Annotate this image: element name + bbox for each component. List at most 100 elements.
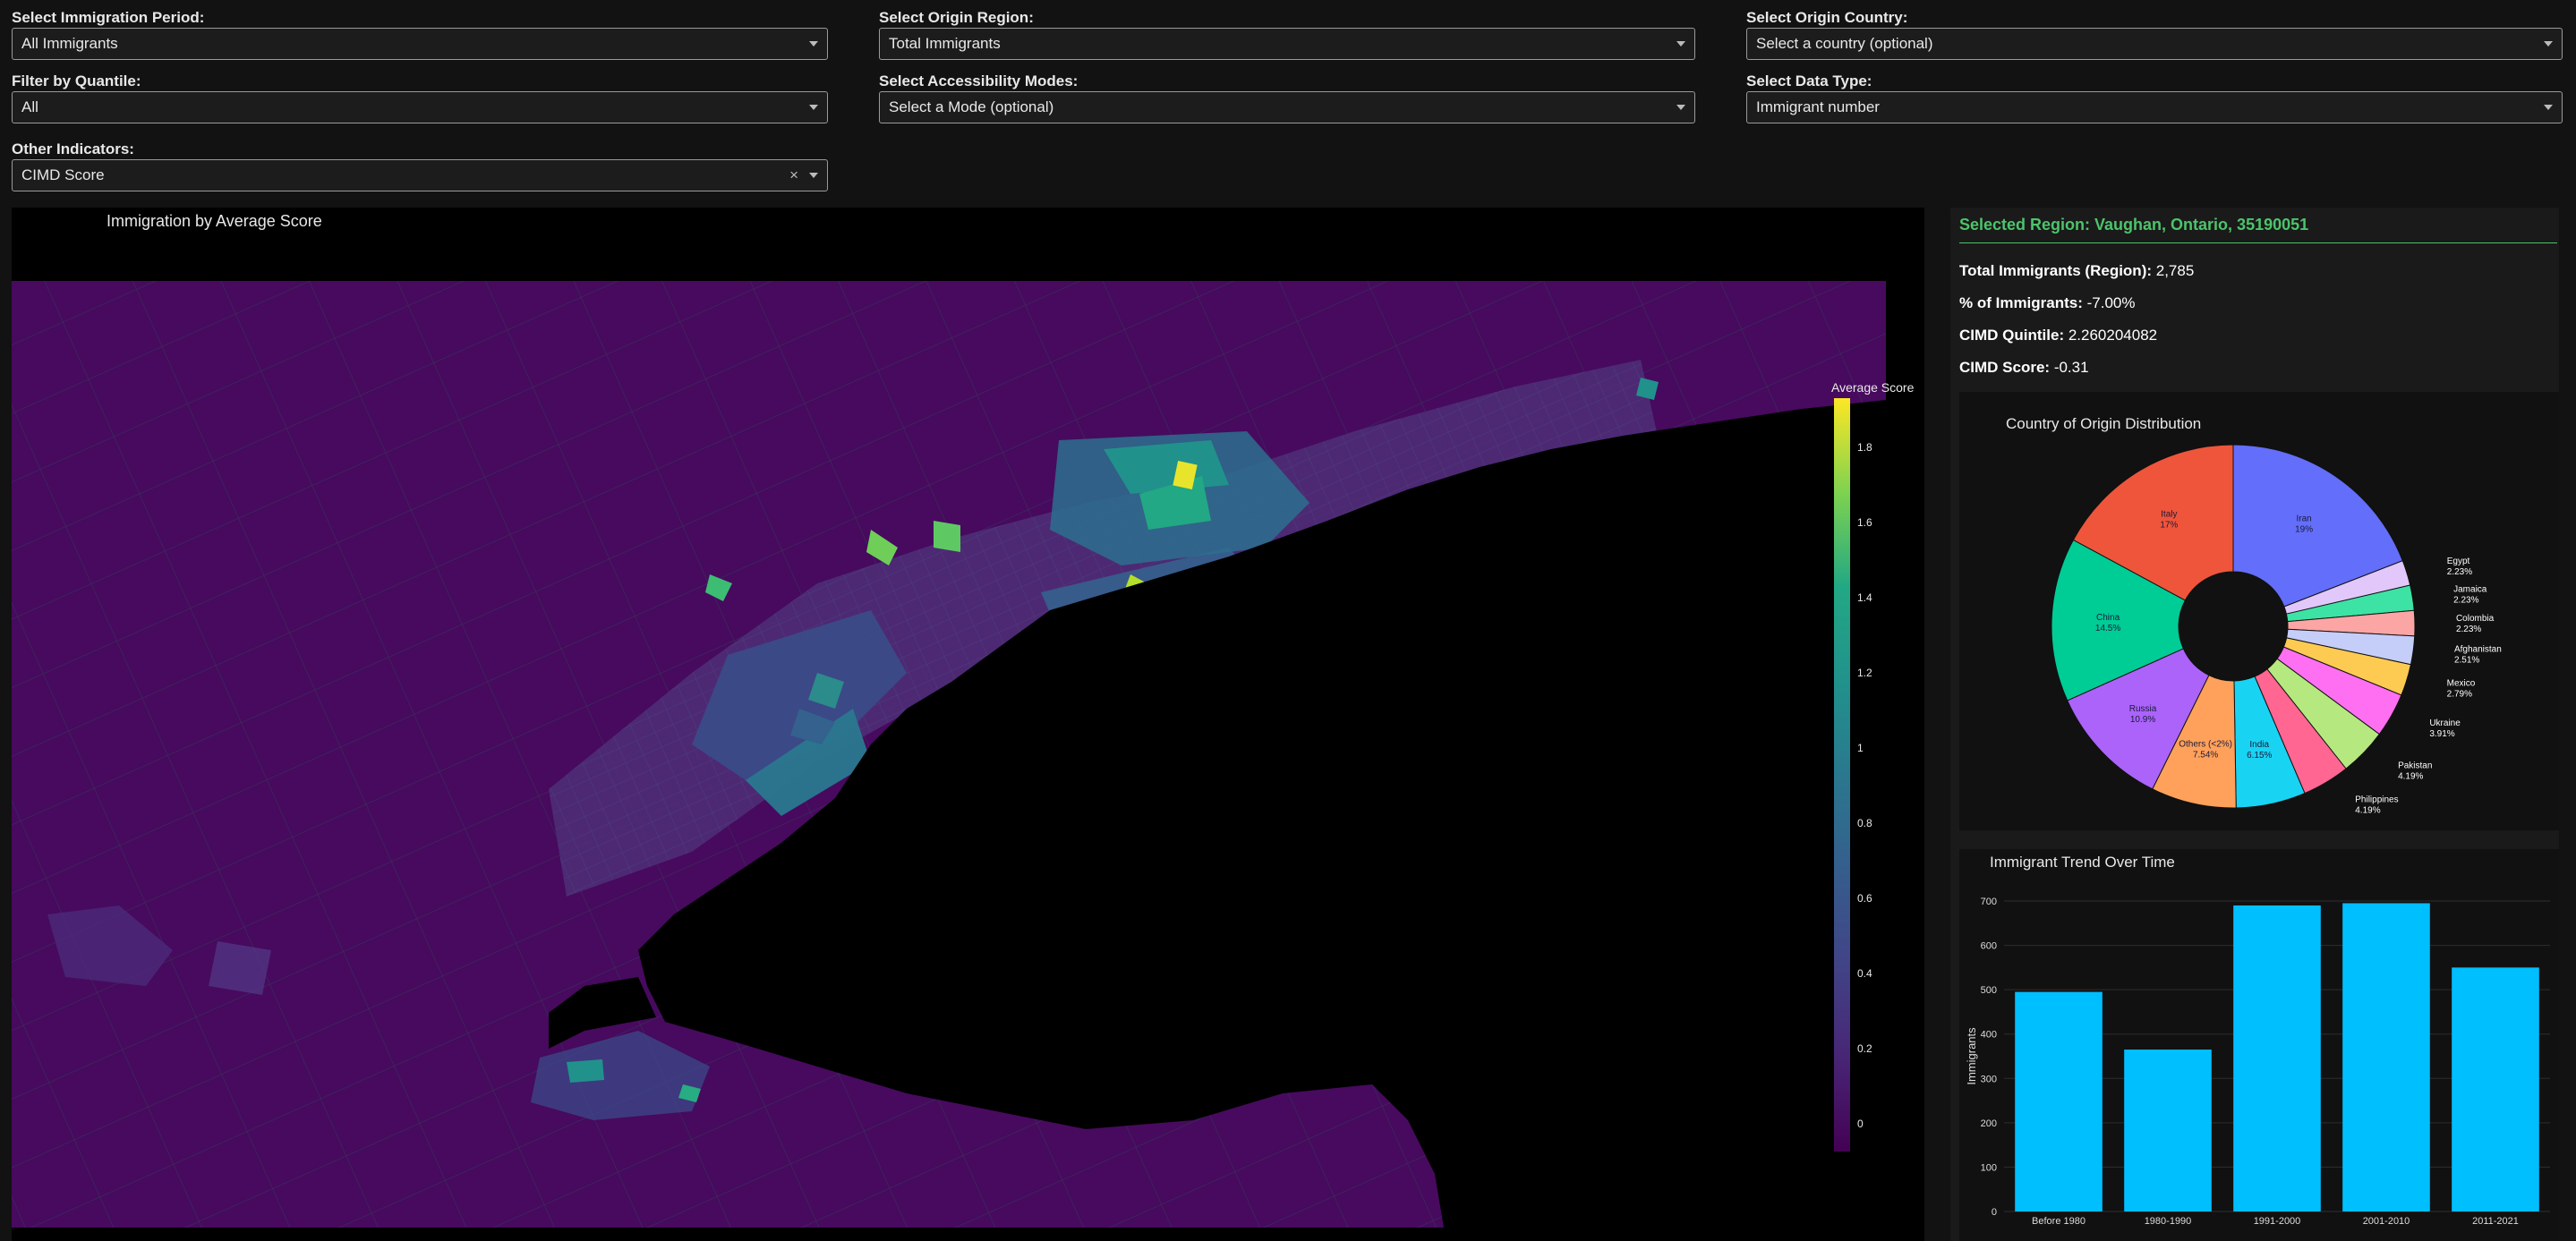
origin-country-select[interactable]: Select a country (optional): [1746, 28, 2563, 60]
map-canvas[interactable]: 1.8 1.6 1.4 1.2 1 0.8 0.6 0.4 0.2 0 Aver…: [12, 208, 1924, 1241]
y-tick-label: 600: [1981, 941, 1997, 952]
pie-slice-percent: 17%: [2160, 521, 2178, 531]
pie-slice-label: Jamaica: [2453, 585, 2487, 595]
pie-slice-label: Philippines: [2355, 795, 2398, 804]
colorbar-tick: 0.6: [1857, 892, 1872, 905]
stat-value: -7.00%: [2086, 294, 2136, 311]
y-tick-label: 0: [1992, 1207, 1997, 1218]
quantile-value: All: [21, 98, 38, 115]
pie-slice-percent: 14.5%: [2095, 624, 2120, 633]
pie-slice-label: Mexico: [2447, 678, 2476, 688]
chevron-down-icon: [1676, 105, 1685, 110]
bar[interactable]: [2015, 991, 2103, 1211]
stat-total-immigrants: Total Immigrants (Region): 2,785: [1959, 262, 2194, 280]
chevron-down-icon: [809, 173, 818, 178]
bar[interactable]: [2342, 903, 2430, 1211]
x-tick-label: 1991-2000: [2254, 1216, 2301, 1227]
immigration-period-select[interactable]: All Immigrants: [12, 28, 828, 60]
y-tick-label: 700: [1981, 897, 1997, 907]
pie-slice-percent: 2.23%: [2456, 625, 2481, 634]
pie-slice-percent: 3.91%: [2429, 729, 2454, 739]
clear-icon[interactable]: ×: [789, 166, 798, 184]
selected-region-title: Selected Region: Vaughan, Ontario, 35190…: [1959, 216, 2309, 234]
stat-percent-immigrants: % of Immigrants: -7.00%: [1959, 294, 2136, 312]
accessibility-modes-select[interactable]: Select a Mode (optional): [879, 91, 1695, 123]
pie-slice-percent: 2.23%: [2447, 567, 2472, 577]
chevron-down-icon: [2544, 41, 2553, 47]
pie-slice-percent: 2.23%: [2453, 596, 2478, 606]
origin-country-label: Select Origin Country:: [1746, 9, 1908, 26]
pie-slice-label: Italy: [2161, 510, 2177, 520]
pie-slice-label: Others (<2%): [2179, 740, 2232, 750]
stat-label: CIMD Score:: [1959, 359, 2051, 376]
origin-region-label: Select Origin Region:: [879, 9, 1034, 26]
colorbar-tick: 0.8: [1857, 817, 1872, 829]
stat-cimd-score: CIMD Score: -0.31: [1959, 359, 2089, 377]
country-of-origin-chart[interactable]: Country of Origin Distribution Iran 19% Eg…: [1959, 392, 2559, 830]
pie-slice-percent: 4.19%: [2398, 772, 2423, 782]
stat-label: % of Immigrants:: [1959, 294, 2083, 311]
immigration-period-label: Select Immigration Period:: [12, 9, 205, 26]
stat-cimd-quintile: CIMD Quintile: 2.260204082: [1959, 327, 2157, 344]
x-tick-label: Before 1980: [2032, 1216, 2086, 1227]
x-tick-label: 2011-2021: [2472, 1216, 2519, 1227]
origin-country-value: Select a country (optional): [1756, 35, 1933, 52]
pie-slice-label: Egypt: [2447, 557, 2470, 566]
pie-chart-svg[interactable]: Iran19%Egypt2.23%Jamaica2.23%Colombia2.2…: [1959, 392, 2559, 830]
y-axis-label: Immigrants: [1965, 1027, 1978, 1085]
other-indicators-label: Other Indicators:: [12, 140, 134, 157]
y-tick-label: 300: [1981, 1074, 1997, 1084]
stat-value: 2.260204082: [2068, 327, 2158, 344]
pie-slice-percent: 2.51%: [2454, 656, 2479, 666]
data-type-select[interactable]: Immigrant number: [1746, 91, 2563, 123]
other-indicators-select[interactable]: CIMD Score ×: [12, 159, 828, 191]
bar[interactable]: [2124, 1050, 2212, 1211]
quantile-select[interactable]: All: [12, 91, 828, 123]
choropleth-map[interactable]: 1.8 1.6 1.4 1.2 1 0.8 0.6 0.4 0.2 0 Aver…: [12, 208, 1924, 1241]
pie-slice-label: Afghanistan: [2454, 645, 2502, 655]
map-title: Immigration by Average Score: [107, 212, 322, 230]
colorbar-title: Average Score: [1831, 380, 1915, 395]
pie-slice-label: Russia: [2129, 704, 2157, 714]
colorbar-tick: 0: [1857, 1118, 1864, 1130]
accessibility-modes-label: Select Accessibility Modes:: [879, 72, 1079, 89]
stat-value: -0.31: [2053, 359, 2089, 376]
bar[interactable]: [2233, 905, 2321, 1211]
y-tick-label: 200: [1981, 1118, 1997, 1129]
bar-chart-svg[interactable]: 0 100 200 300 400 500 600 700 Immigrants Before 1…: [1959, 849, 2559, 1241]
other-indicators-value: CIMD Score: [21, 166, 105, 183]
colorbar-tick: 1.4: [1857, 591, 1872, 604]
bar[interactable]: [2452, 967, 2539, 1211]
divider: [1959, 242, 2557, 243]
accessibility-modes-value: Select a Mode (optional): [889, 98, 1054, 115]
data-type-filter: Select Data Type: Immigrant number: [1746, 72, 2563, 123]
immigrant-trend-chart[interactable]: Immigrant Trend Over Time 0 100 200 300 400 5…: [1959, 849, 2559, 1241]
chevron-down-icon: [2544, 105, 2553, 110]
region-details-panel: Selected Region: Vaughan, Ontario, 35190…: [1950, 208, 2559, 1241]
colorbar-tick: 1.8: [1857, 441, 1872, 454]
chevron-down-icon: [809, 105, 818, 110]
pie-slice-label: Iran: [2297, 514, 2312, 524]
origin-region-value: Total Immigrants: [889, 35, 1001, 52]
colorbar-tick: 0.4: [1857, 967, 1872, 980]
stat-value: 2,785: [2155, 262, 2195, 279]
pie-slice-label: China: [2096, 613, 2120, 623]
pie-slice-label: Pakistan: [2398, 761, 2432, 771]
pie-slice-percent: 4.19%: [2355, 805, 2380, 815]
pie-slice-label: India: [2249, 740, 2269, 750]
stat-label: Total Immigrants (Region):: [1959, 262, 2153, 279]
pie-slice-percent: 19%: [2295, 525, 2313, 535]
pie-slice-percent: 6.15%: [2247, 751, 2272, 761]
colorbar-tick: 0.2: [1857, 1042, 1872, 1055]
other-indicators-filter: Other Indicators: CIMD Score ×: [12, 140, 828, 191]
pie-slice-label: Ukraine: [2429, 718, 2461, 728]
stat-label: CIMD Quintile:: [1959, 327, 2065, 344]
origin-region-filter: Select Origin Region: Total Immigrants: [879, 9, 1695, 60]
origin-country-filter: Select Origin Country: Select a country …: [1746, 9, 2563, 60]
y-tick-label: 100: [1981, 1162, 1997, 1173]
y-tick-label: 400: [1981, 1030, 1997, 1041]
pie-slice-label: Colombia: [2456, 614, 2495, 624]
y-tick-label: 500: [1981, 985, 1997, 996]
pie-slice-percent: 7.54%: [2193, 751, 2218, 761]
origin-region-select[interactable]: Total Immigrants: [879, 28, 1695, 60]
